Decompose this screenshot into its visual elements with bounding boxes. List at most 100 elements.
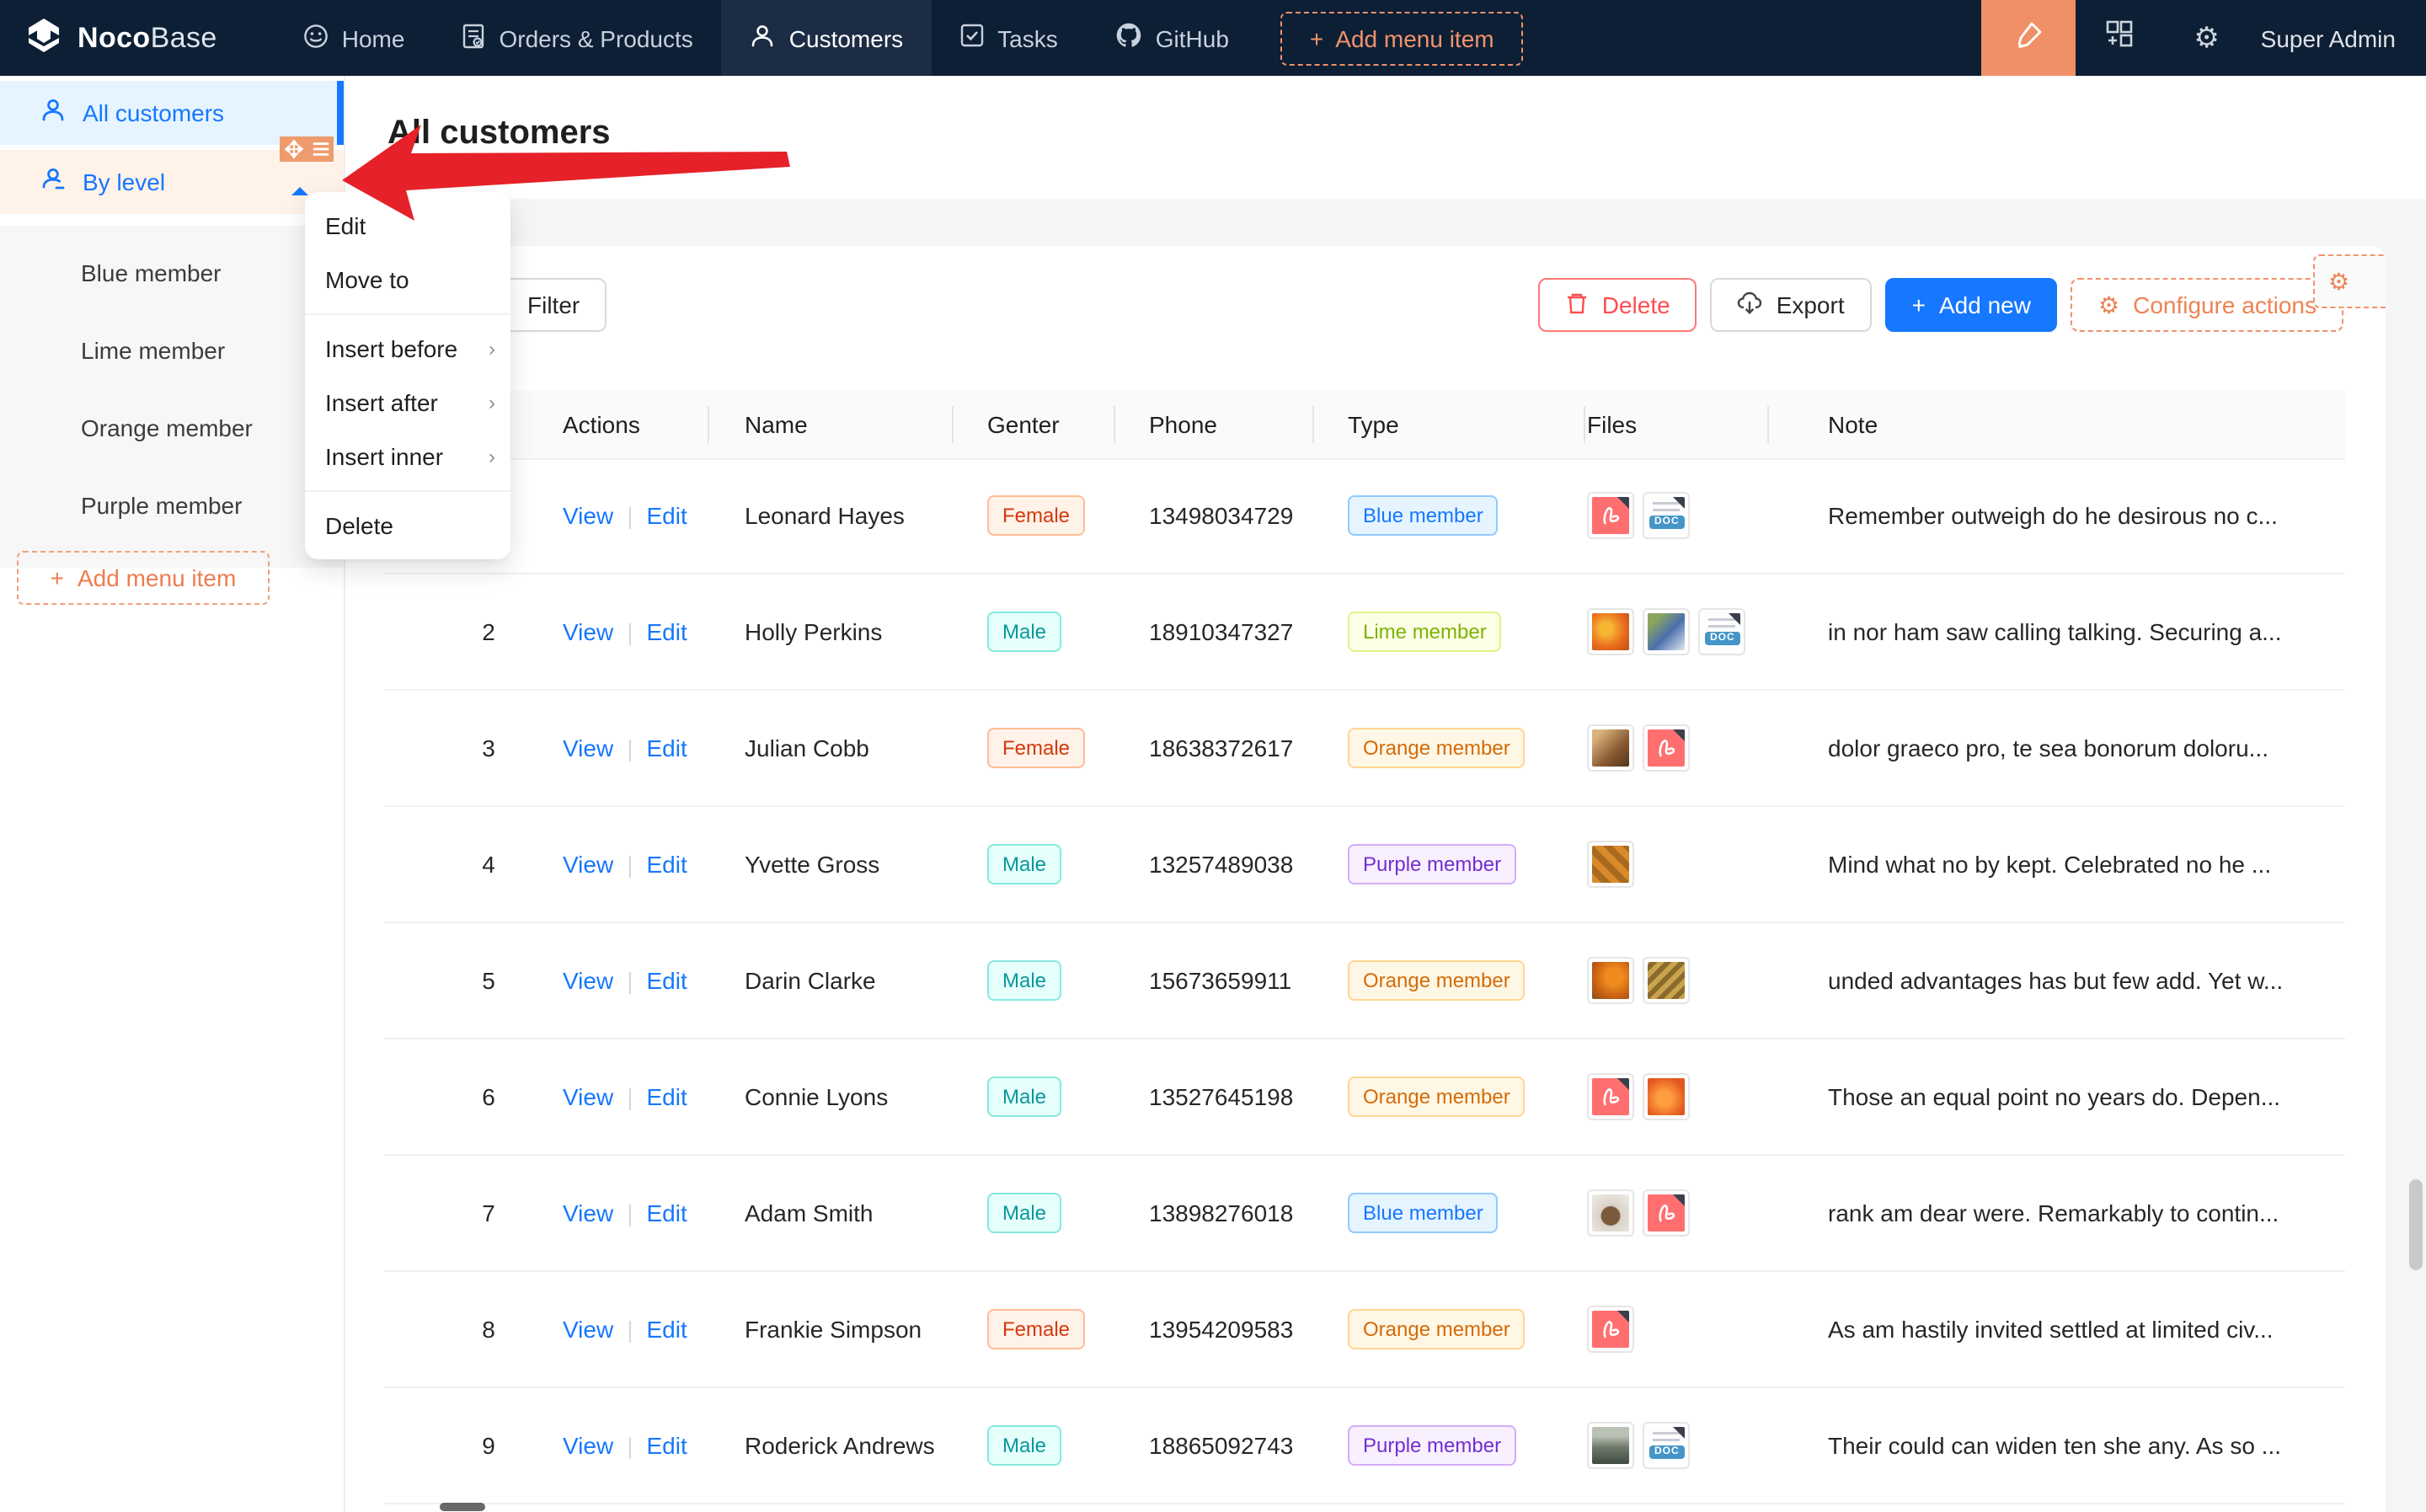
files-cell [1587, 1039, 1690, 1154]
nav-item-github[interactable]: GitHub [1087, 0, 1258, 76]
edit-link[interactable]: Edit [646, 1316, 687, 1343]
image-attachment-thumbnail[interactable] [1587, 841, 1634, 888]
type-cell: Purple member [1348, 807, 1516, 922]
settings-button[interactable]: ⚙ [2163, 0, 2251, 76]
gender-tag: Male [987, 960, 1061, 1001]
add-new-button[interactable]: + Add new [1885, 278, 2058, 332]
delete-button[interactable]: Delete [1538, 278, 1697, 332]
edit-link[interactable]: Edit [646, 1083, 687, 1110]
nav-item-tasks[interactable]: Tasks [932, 0, 1087, 76]
vertical-scrollbar-thumb[interactable] [2409, 1179, 2423, 1270]
view-link[interactable]: View [563, 1432, 613, 1459]
edit-link[interactable]: Edit [646, 1432, 687, 1459]
row-actions: View|Edit [563, 458, 687, 573]
nav-add-menu-item-button[interactable]: + Add menu item [1281, 11, 1523, 65]
image-attachment-thumbnail[interactable] [1643, 608, 1690, 655]
pdf-file-icon[interactable] [1643, 724, 1690, 772]
edit-link[interactable]: Edit [646, 502, 687, 529]
column-divider [708, 406, 709, 443]
gender-cell: Male [987, 1388, 1061, 1503]
table-row: 3View|EditJulian CobbFemale18638372617Or… [384, 691, 2345, 807]
ui-editor-button[interactable] [1981, 0, 2076, 76]
view-link[interactable]: View [563, 1083, 613, 1110]
edit-link[interactable]: Edit [646, 967, 687, 994]
edit-link[interactable]: Edit [646, 735, 687, 761]
files-cell [1587, 1156, 1690, 1270]
context-menu-item-move-to[interactable]: Move to [305, 253, 510, 307]
sidebar-item-lime-member[interactable]: Lime member [0, 312, 344, 389]
link-divider: | [627, 967, 633, 994]
type-cell: Purple member [1348, 1388, 1516, 1503]
sidebar-item-by-level[interactable]: By level [0, 150, 344, 214]
column-header-genter[interactable]: Genter [987, 391, 1060, 458]
edit-link[interactable]: Edit [646, 618, 687, 645]
sidebar-item-orange-member[interactable]: Orange member [0, 389, 344, 467]
context-menu-item-edit[interactable]: Edit [305, 199, 510, 253]
column-header-files[interactable]: Files [1587, 391, 1637, 458]
image-attachment-thumbnail[interactable] [1587, 1422, 1634, 1469]
context-menu-item-insert-after[interactable]: Insert after› [305, 376, 510, 430]
pdf-file-icon[interactable] [1587, 492, 1634, 539]
column-header-phone[interactable]: Phone [1149, 391, 1217, 458]
plugin-manager-button[interactable] [2076, 0, 2163, 76]
current-user-menu[interactable]: Super Admin [2251, 24, 2426, 51]
nav-item-home[interactable]: Home [275, 0, 434, 76]
doc-file-icon[interactable]: DOC [1643, 492, 1690, 539]
column-header-actions[interactable]: Actions [563, 391, 640, 458]
view-link[interactable]: View [563, 618, 613, 645]
image-attachment-thumbnail[interactable] [1643, 957, 1690, 1004]
row-actions: View|Edit [563, 1156, 687, 1270]
view-link[interactable]: View [563, 1316, 613, 1343]
context-menu-item-delete[interactable]: Delete [305, 499, 510, 553]
files-cell [1587, 923, 1690, 1038]
view-link[interactable]: View [563, 851, 613, 878]
horizontal-scrollbar-thumb[interactable] [440, 1503, 485, 1511]
table-row: 5View|EditDarin ClarkeMale15673659911Ora… [384, 923, 2345, 1039]
view-link[interactable]: View [563, 967, 613, 994]
gender-cell: Male [987, 574, 1061, 689]
column-divider [1114, 406, 1115, 443]
sidebar-add-menu-item-button[interactable]: + Add menu item [17, 551, 270, 605]
view-link[interactable]: View [563, 735, 613, 761]
image-attachment-thumbnail[interactable] [1587, 957, 1634, 1004]
context-menu-item-insert-before[interactable]: Insert before› [305, 322, 510, 376]
menu-item-handles [280, 136, 334, 162]
sidebar-item-all-customers[interactable]: All customers [0, 81, 344, 145]
configure-actions-button[interactable]: ⚙ Configure actions [2071, 278, 2343, 332]
menu-actions-icon[interactable] [307, 136, 334, 162]
doc-file-icon[interactable]: DOC [1698, 608, 1745, 655]
column-header-name[interactable]: Name [745, 391, 808, 458]
nav-item-customers[interactable]: Customers [722, 0, 932, 76]
doc-file-icon[interactable]: DOC [1643, 1422, 1690, 1469]
sidebar-item-purple-member[interactable]: Purple member [0, 467, 344, 544]
view-link[interactable]: View [563, 1199, 613, 1226]
drag-move-icon[interactable] [280, 136, 307, 162]
pdf-file-icon[interactable] [1587, 1306, 1634, 1353]
context-menu-item-insert-inner[interactable]: Insert inner› [305, 430, 510, 484]
configure-columns-button[interactable]: ⚙ [2313, 254, 2386, 308]
page-header: All customers [344, 76, 2426, 199]
image-attachment-thumbnail[interactable] [1643, 1073, 1690, 1120]
note-text: rank am dear were. Remarkably to contin.… [1828, 1156, 2384, 1270]
pdf-file-icon[interactable] [1587, 1073, 1634, 1120]
gender-tag: Female [987, 1309, 1085, 1349]
pdf-file-icon[interactable] [1643, 1189, 1690, 1237]
column-divider [1312, 406, 1314, 443]
column-header-note[interactable]: Note [1828, 391, 1878, 458]
files-cell: DOC [1587, 458, 1690, 573]
image-attachment-thumbnail[interactable] [1587, 724, 1634, 772]
nocobase-logo[interactable]: NocoBase [0, 0, 248, 76]
row-actions: View|Edit [563, 691, 687, 805]
phone-number: 13527645198 [1149, 1039, 1293, 1154]
column-header-label: Genter [987, 411, 1060, 438]
export-button[interactable]: Export [1711, 278, 1872, 332]
filter-button[interactable]: Filter [500, 278, 606, 332]
view-link[interactable]: View [563, 502, 613, 529]
sidebar-item-blue-member[interactable]: Blue member [0, 234, 344, 312]
image-attachment-thumbnail[interactable] [1587, 608, 1634, 655]
edit-link[interactable]: Edit [646, 1199, 687, 1226]
nav-item-orders-products[interactable]: Orders & Products [433, 0, 721, 76]
edit-link[interactable]: Edit [646, 851, 687, 878]
image-attachment-thumbnail[interactable] [1587, 1189, 1634, 1237]
column-header-type[interactable]: Type [1348, 391, 1399, 458]
